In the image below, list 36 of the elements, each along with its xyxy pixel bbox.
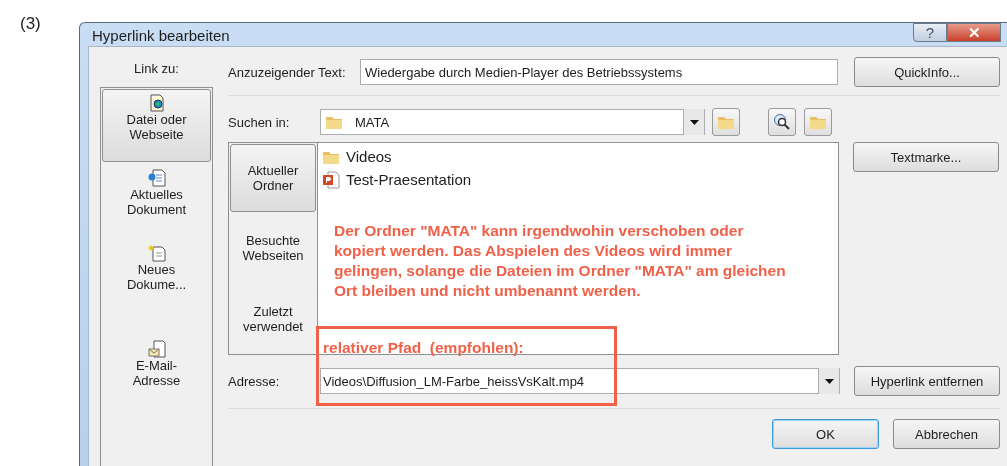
mail-document-icon — [147, 340, 166, 358]
globe-search-icon — [773, 113, 791, 131]
annotation-note: Der Ordner "MATA" kann irgendwohin verschoben oder kopiert werden. Das Abspielen des Videos wird immer gelingen, solange die Dateien im Ordner "MATA" am gleichen Ort bleiben und nicht umbenannt werden. — [334, 221, 786, 301]
link-type-item[interactable]: Aktuelles Dokument — [102, 164, 211, 237]
file-item[interactable]: Test-Praesentation — [346, 171, 472, 188]
browse-web-button[interactable] — [768, 108, 796, 136]
caret-icon — [689, 119, 699, 125]
folder-up-button[interactable] — [712, 108, 740, 136]
display-text-field[interactable]: Wiedergabe durch Medien-Player des Betriebssystems — [360, 59, 838, 85]
dialog-button[interactable]: OK — [772, 419, 879, 449]
window-title: Hyperlink bearbeiten — [92, 26, 231, 44]
link-to-label: Link zu: — [134, 61, 179, 76]
browse-file-button[interactable] — [804, 108, 832, 136]
display-text-label: Anzuzeigender Text: — [228, 64, 347, 80]
link-type-item[interactable]: Neues Dokume... — [102, 239, 211, 312]
help-button[interactable]: ? — [913, 23, 947, 42]
link-type-item[interactable]: Datei oder Webseite — [102, 89, 211, 162]
remove-hyperlink-button[interactable]: Hyperlink entfernen — [854, 366, 1000, 396]
file-globe-icon — [147, 94, 166, 112]
file-item[interactable]: Videos — [346, 148, 392, 165]
look-in-dropdown[interactable]: MATA — [320, 109, 705, 135]
file-list[interactable] — [318, 142, 839, 355]
address-dropdown[interactable]: Videos\Diffusion_LM-Farbe_heissVsKalt.mp4 — [320, 368, 840, 394]
look-in-label: Suchen in: — [228, 114, 291, 130]
address-label: Adresse: — [228, 373, 281, 389]
new-document-icon — [147, 244, 166, 262]
link-type-item[interactable]: E-Mail-Adresse — [102, 335, 211, 408]
quickinfo-button[interactable]: QuickInfo... — [854, 57, 1000, 87]
location-item[interactable]: Zuletzt verwendet — [230, 284, 316, 353]
bookmark-button[interactable]: Textmarke... — [853, 142, 999, 172]
figure-label: (3) — [20, 14, 41, 33]
caret-icon — [824, 378, 834, 384]
location-item[interactable]: Aktueller Ordner — [230, 144, 316, 213]
location-item[interactable]: Besuchte Webseiten — [230, 214, 316, 283]
slides-file-icon — [322, 170, 340, 189]
dialog-button[interactable]: Abbrechen — [893, 419, 1000, 449]
